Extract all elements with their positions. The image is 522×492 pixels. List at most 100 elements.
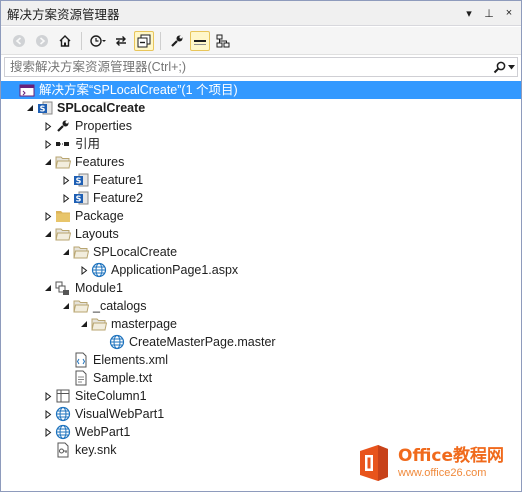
collapsed-arrow-icon[interactable] [59,189,73,207]
globe-icon [109,334,125,350]
wrench-icon [55,118,71,134]
tree-node-label: VisualWebPart1 [75,407,165,421]
tree-node[interactable]: Properties [1,117,521,135]
tree-node[interactable]: Module1 [1,279,521,297]
tree-node[interactable]: _catalogs [1,297,521,315]
tree-node-label: key.snk [75,443,117,457]
office-logo-icon [360,445,388,481]
text-file-icon [73,370,89,386]
folder-open-icon [55,154,71,170]
web-page-icon [91,262,107,278]
expanded-arrow-icon[interactable] [41,279,55,297]
show-all-files-button[interactable] [190,30,210,51]
sync-with-active-document-button[interactable] [111,31,131,51]
sync-arrows-icon [116,35,126,46]
tree-node[interactable]: S SPLocalCreate [1,99,521,117]
watermark-text: Office教程网 www.office26.com [398,446,504,480]
window-menu-dropdown-icon[interactable]: ▾ [461,5,477,21]
title-bar: 解决方案资源管理器 ▾ ⊥ × [1,1,521,26]
expanded-arrow-icon[interactable] [23,99,37,117]
tree-node[interactable]: Layouts [1,225,521,243]
tree-node[interactable]: Package [1,207,521,225]
tree-node-label: Layouts [75,227,119,241]
toolbar [1,27,521,55]
tree-node-label: Feature1 [93,173,144,187]
tree-node[interactable]: SPLocalCreate [1,243,521,261]
tree-node[interactable]: SiteColumn1 [1,387,521,405]
tree-node-label: Properties [75,119,132,133]
tree-node-label: WebPart1 [75,425,131,439]
collapsed-arrow-icon[interactable] [41,387,55,405]
search-input[interactable] [10,60,491,74]
back-button[interactable] [9,31,29,51]
tree-node-label: Features [75,155,125,169]
tree-node[interactable]: 引用 [1,135,521,153]
tree-node-label: Module1 [75,281,123,295]
tree-node-label: SiteColumn1 [75,389,147,403]
tree-node-label: CreateMasterPage.master [129,335,276,349]
close-icon[interactable]: × [501,5,517,21]
collapsed-arrow-icon[interactable] [41,117,55,135]
collapsed-arrow-icon[interactable] [41,423,55,441]
class-diagram-icon [216,34,230,47]
tree-node-label: Sample.txt [93,371,153,385]
tree-node[interactable]: WebPart1 [1,423,521,441]
tree-node[interactable]: VisualWebPart1 [1,405,521,423]
tree-node-label: Feature2 [93,191,144,205]
expanded-arrow-icon[interactable] [77,315,91,333]
sharepoint-project-icon: S [37,100,53,116]
pin-icon[interactable]: ⊥ [481,5,497,21]
globe-icon [55,424,71,440]
collapsed-arrow-icon[interactable] [59,171,73,189]
tree-node-label: SPLocalCreate [57,101,146,115]
expanded-arrow-icon[interactable] [59,243,73,261]
tree-node[interactable]: CreateMasterPage.master [1,333,521,351]
wrench-icon [171,35,183,47]
tree-node[interactable]: Sample.txt [1,369,521,387]
tree-node-label: ApplicationPage1.aspx [111,263,239,277]
solution-explorer-window: 解决方案资源管理器 ▾ ⊥ × 搜索解决方案资源管理器(Ctrl+;) 解决方案… [0,0,522,492]
home-icon [59,34,71,47]
collapsed-arrow-icon[interactable] [41,207,55,225]
search-options[interactable] [491,61,517,74]
toolbar-separator [81,31,82,50]
references-icon [55,136,71,152]
tree-node[interactable]: masterpage [1,315,521,333]
home-button[interactable] [55,31,75,51]
tree-node[interactable]: Features [1,153,521,171]
expanded-arrow-icon[interactable] [41,225,55,243]
tree-node-label: _catalogs [93,299,147,313]
solution-tree: 解决方案“SPLocalCreate”(1 个项目) S SPLocalCreate… [1,81,521,459]
watermark: Office教程网 www.office26.com [356,441,516,485]
globe-icon [55,406,71,422]
collapse-all-button[interactable] [134,30,154,51]
toolbar-separator [160,31,161,50]
back-arrow-icon [13,34,25,47]
tree-node[interactable]: ApplicationPage1.aspx [1,261,521,279]
view-class-diagram-button[interactable] [213,31,233,51]
collapsed-arrow-icon[interactable] [41,405,55,423]
feature-icon: S [73,190,89,206]
xml-file-icon [73,352,89,368]
pending-changes-filter-button[interactable] [88,31,108,51]
chevron-down-icon [508,64,515,69]
collapsed-arrow-icon[interactable] [41,135,55,153]
collapsed-arrow-icon[interactable] [77,261,91,279]
solution-node[interactable]: 解决方案“SPLocalCreate”(1 个项目) [1,81,521,99]
tree-node[interactable]: S Feature2 [1,189,521,207]
tree-node-label: 解决方案“SPLocalCreate”(1 个项目) [39,83,238,97]
show-all-files-icon [194,39,206,45]
tree-node[interactable]: Elements.xml [1,351,521,369]
properties-button[interactable] [167,31,187,51]
expanded-arrow-icon[interactable] [59,297,73,315]
solution-icon [19,82,35,98]
tree-node-label: SPLocalCreate [93,245,178,259]
expanded-arrow-icon[interactable] [41,153,55,171]
collapse-all-icon [137,34,151,47]
tree-node[interactable]: S Feature1 [1,171,521,189]
feature-icon: S [73,172,89,188]
forward-button[interactable] [32,31,52,51]
